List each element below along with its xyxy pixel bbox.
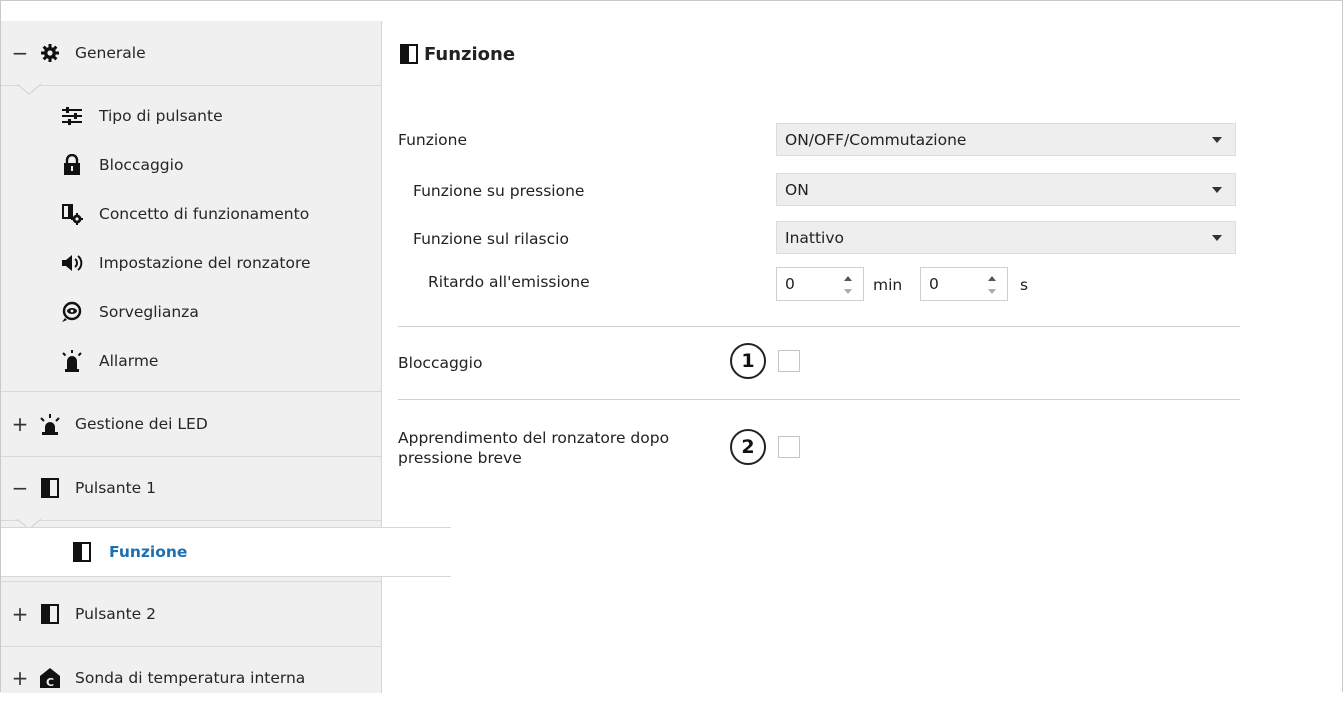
apprendimento-label-line2: pressione breve xyxy=(398,449,522,467)
expand-toggle[interactable]: + xyxy=(1,602,39,626)
sliders-icon xyxy=(61,105,83,127)
apprendimento-label-line1: Apprendimento del ronzatore dopo xyxy=(398,429,670,447)
funzione-pressione-dropdown[interactable]: ON xyxy=(776,173,1236,206)
sidebar-item-sorveglianza[interactable]: Sorveglianza xyxy=(1,287,441,336)
funzione-rilascio-dropdown[interactable]: Inattivo xyxy=(776,221,1236,254)
dropdown-value: ON/OFF/Commutazione xyxy=(785,130,967,149)
device-gear-icon xyxy=(61,203,83,225)
bloccaggio-label: Bloccaggio xyxy=(398,354,483,372)
button-panel-icon xyxy=(39,477,61,499)
page-title: Funzione xyxy=(398,43,515,65)
button-panel-icon xyxy=(71,541,93,563)
page-title-text: Funzione xyxy=(424,43,516,65)
speaker-icon xyxy=(61,252,83,274)
sidebar-item-concetto-di-funzionamento[interactable]: Concetto di funzionamento xyxy=(1,189,441,238)
sidebar-group-sonda[interactable]: + C Sonda di temperatura interna xyxy=(1,646,381,710)
sidebar-item-label: Bloccaggio xyxy=(99,155,184,174)
svg-text:C: C xyxy=(46,676,54,689)
funzione-pressione-label: Funzione su pressione xyxy=(413,182,585,200)
lock-icon xyxy=(61,154,83,176)
callout-badge-1: 1 xyxy=(730,343,766,379)
sidebar-group-generale[interactable]: − Generale xyxy=(1,21,381,86)
sidebar-group-label: Generale xyxy=(75,44,146,62)
funzione-rilascio-label: Funzione sul rilascio xyxy=(413,230,569,248)
sidebar-group-label: Sonda di temperatura interna xyxy=(75,669,306,687)
sidebar-group-label: Gestione dei LED xyxy=(75,415,208,433)
min-unit-label: min xyxy=(873,276,903,294)
collapse-toggle[interactable]: − xyxy=(1,476,39,500)
sidebar-item-label: Allarme xyxy=(99,351,159,370)
sidebar-item-label: Funzione xyxy=(109,543,188,561)
sidebar-item-label: Concetto di funzionamento xyxy=(99,204,310,223)
sidebar-group-gestione-led[interactable]: + Gestione dei LED xyxy=(1,391,381,457)
s-unit-label: s xyxy=(1020,276,1029,294)
sidebar-item-bloccaggio[interactable]: Bloccaggio xyxy=(1,140,441,189)
sidebar-group-label: Pulsante 2 xyxy=(75,605,157,623)
collapse-toggle[interactable]: − xyxy=(1,41,39,65)
funzione-dropdown[interactable]: ON/OFF/Commutazione xyxy=(776,123,1236,156)
divider xyxy=(398,399,1240,400)
apprendimento-label: Apprendimento del ronzatore dopo pressio… xyxy=(398,428,669,468)
sidebar-item-tipo-di-pulsante[interactable]: Tipo di pulsante xyxy=(1,91,441,140)
sidebar-item-label: Tipo di pulsante xyxy=(99,106,223,125)
callout-badge-2: 2 xyxy=(730,429,766,465)
led-icon xyxy=(39,413,61,435)
ritardo-min-stepper[interactable]: 0 xyxy=(776,267,864,301)
dropdown-value: Inattivo xyxy=(785,228,845,247)
button-panel-icon xyxy=(39,603,61,625)
sidebar-item-allarme[interactable]: Allarme xyxy=(1,336,441,385)
chevron-down-icon xyxy=(1212,235,1222,241)
thermometer-house-icon: C xyxy=(39,667,61,689)
dropdown-value: ON xyxy=(785,180,809,199)
sidebar: − Generale Tipo di pulsante Bloccaggio C… xyxy=(1,21,451,693)
divider xyxy=(398,326,1240,327)
ritardo-sec-stepper[interactable]: 0 xyxy=(920,267,1008,301)
apprendimento-checkbox[interactable] xyxy=(778,436,800,458)
main-panel: Funzione Funzione ON/OFF/Commutazione Fu… xyxy=(382,21,1343,693)
stepper-value: 0 xyxy=(785,275,795,293)
bloccaggio-checkbox[interactable] xyxy=(778,350,800,372)
ritardo-label: Ritardo all'emissione xyxy=(428,273,590,291)
stepper-arrows-icon[interactable] xyxy=(843,274,853,296)
chevron-down-icon xyxy=(1212,187,1222,193)
expand-toggle[interactable]: + xyxy=(1,412,39,436)
sidebar-item-label: Impostazione del ronzatore xyxy=(99,253,311,272)
expand-toggle[interactable]: + xyxy=(1,666,39,690)
stepper-arrows-icon[interactable] xyxy=(987,274,997,296)
gear-icon xyxy=(39,42,61,64)
sidebar-item-impostazione-ronzatore[interactable]: Impostazione del ronzatore xyxy=(1,238,441,287)
sidebar-group-label: Pulsante 1 xyxy=(75,479,157,497)
stepper-value: 0 xyxy=(929,275,939,293)
alarm-icon xyxy=(61,349,83,372)
eye-icon xyxy=(61,301,83,323)
funzione-label: Funzione xyxy=(398,131,468,149)
chevron-down-icon xyxy=(1212,137,1222,143)
sidebar-item-label: Sorveglianza xyxy=(99,302,199,321)
sidebar-group-pulsante-2[interactable]: + Pulsante 2 xyxy=(1,581,381,647)
button-panel-icon xyxy=(398,43,420,65)
sidebar-group-pulsante-1[interactable]: − Pulsante 1 xyxy=(1,456,381,521)
